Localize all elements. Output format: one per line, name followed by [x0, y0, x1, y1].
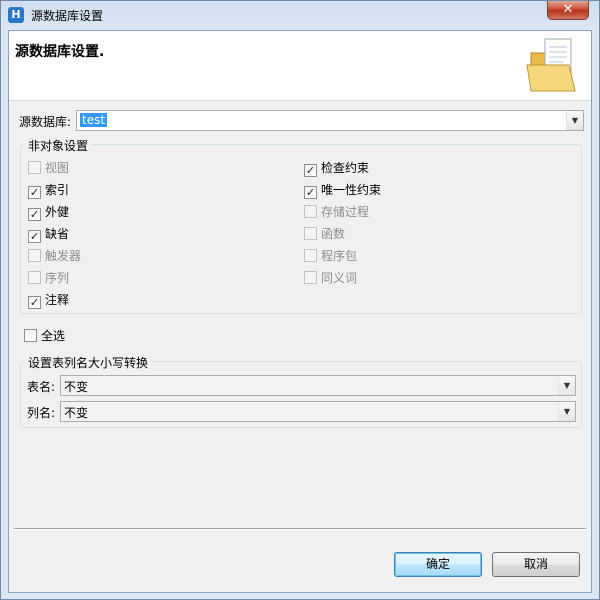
checkbox-label: 触发器 — [45, 249, 82, 263]
checkbox-item[interactable]: ✓ 唯一性约束 — [304, 181, 382, 199]
checkbox-label: 函数 — [321, 227, 346, 241]
app-icon: H — [8, 7, 24, 23]
checkbox-label: 视图 — [45, 161, 70, 175]
checked-checkbox-icon[interactable]: ✓ — [28, 296, 41, 309]
checkbox-icon — [304, 271, 317, 284]
page-title: 源数据库设置. — [15, 44, 105, 60]
table-name-label: 表名: — [27, 380, 56, 394]
checkbox-label: 序列 — [45, 271, 70, 285]
checkbox-label: 程序包 — [321, 249, 358, 263]
chevron-down-icon[interactable]: ▼ — [558, 402, 575, 421]
checked-checkbox-icon[interactable]: ✓ — [304, 186, 317, 199]
checkbox-item: 函数 — [304, 225, 345, 241]
checkbox-icon — [28, 161, 41, 174]
column-name-value: 不变 — [64, 406, 89, 420]
checkbox-item: 触发器 — [28, 247, 81, 263]
checked-checkbox-icon[interactable]: ✓ — [28, 208, 41, 221]
non-object-legend: 非对象设置 — [25, 137, 92, 154]
checkbox-icon — [304, 249, 317, 262]
checkbox-label: 缺省 — [45, 227, 70, 241]
checkbox-item: 程序包 — [304, 247, 357, 263]
chevron-down-icon[interactable]: ▼ — [558, 376, 575, 395]
select-all-box[interactable] — [24, 329, 37, 342]
dialog-header: 源数据库设置. — [9, 31, 591, 101]
title-bar[interactable]: H 源数据库设置 ✕ — [1, 1, 599, 29]
checkbox-icon — [304, 205, 317, 218]
select-all-label: 全选 — [41, 329, 66, 343]
checkbox-item[interactable]: ✓ 索引 — [28, 181, 70, 199]
database-select[interactable]: test ▼ — [76, 110, 584, 131]
checkbox-label: 索引 — [45, 183, 70, 197]
select-all-checkbox[interactable]: 全选 — [24, 327, 65, 343]
checkbox-label: 同义词 — [321, 271, 358, 285]
checkbox-label: 唯一性约束 — [321, 183, 382, 197]
dialog-window: H 源数据库设置 ✕ 源数据库设置. 源数据库: test ▼ 非对象设置 全选… — [0, 0, 600, 600]
database-value-wrap: test — [80, 113, 108, 127]
table-name-value: 不变 — [64, 380, 89, 394]
window-title: 源数据库设置 — [31, 9, 104, 23]
footer-divider — [14, 528, 586, 530]
case-convert-legend: 设置表列名大小写转换 — [25, 354, 152, 371]
checkbox-icon — [28, 271, 41, 284]
checkbox-item[interactable]: ✓ 检查约束 — [304, 159, 370, 177]
column-name-select[interactable]: 不变 ▼ — [60, 401, 576, 422]
checkbox-item[interactable]: ✓ 外健 — [28, 203, 70, 221]
ok-button[interactable]: 确定 — [394, 552, 482, 577]
checked-checkbox-icon[interactable]: ✓ — [28, 186, 41, 199]
checkbox-icon — [28, 249, 41, 262]
chevron-down-icon[interactable]: ▼ — [566, 111, 583, 130]
non-object-group: 非对象设置 — [20, 137, 582, 314]
folder-icon — [526, 38, 576, 92]
checkbox-item: 序列 — [28, 269, 69, 285]
checkbox-label: 检查约束 — [321, 161, 370, 175]
checkbox-item: 同义词 — [304, 269, 357, 285]
checkbox-item: 视图 — [28, 159, 69, 175]
checked-checkbox-icon[interactable]: ✓ — [28, 230, 41, 243]
checkbox-item[interactable]: ✓ 注释 — [28, 291, 70, 309]
dialog-client: 源数据库设置. 源数据库: test ▼ 非对象设置 全选 设置表列名大小写转换… — [8, 30, 592, 593]
checkbox-label: 存储过程 — [321, 205, 370, 219]
column-name-label: 列名: — [27, 406, 56, 420]
checkbox-item[interactable]: ✓ 缺省 — [28, 225, 70, 243]
checkbox-label: 注释 — [45, 293, 70, 307]
checked-checkbox-icon[interactable]: ✓ — [304, 164, 317, 177]
database-label: 源数据库: — [19, 115, 72, 129]
checkbox-label: 外健 — [45, 205, 70, 219]
close-button[interactable]: ✕ — [547, 1, 589, 20]
checkbox-item: 存储过程 — [304, 203, 369, 219]
database-value: test — [80, 113, 108, 127]
cancel-button[interactable]: 取消 — [492, 552, 580, 577]
table-name-select[interactable]: 不变 ▼ — [60, 375, 576, 396]
checkbox-icon — [304, 227, 317, 240]
